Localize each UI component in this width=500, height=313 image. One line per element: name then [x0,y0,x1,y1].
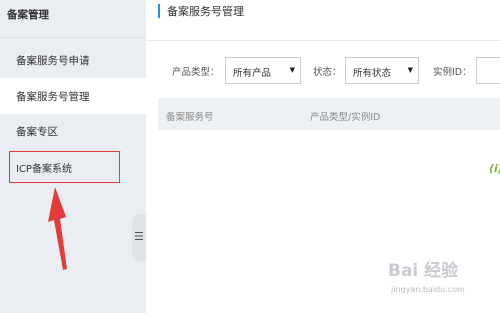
app-root: 备案管理 备案服务号申请 备案服务号管理 备案专区 ICP备案系统 ☰ 备案服务… [0,0,500,313]
page-title-bar: 备案服务号管理 [158,4,244,18]
info-icon: (i) [489,162,500,175]
page-title: 备案服务号管理 [167,5,244,18]
status-label: 状态： [313,67,342,78]
status-select[interactable]: 所有状态 ▼ [345,57,419,84]
watermark-url: jingyan.baidu.com [391,285,465,294]
sidebar-item-label: 备案服务号申请 [16,55,90,67]
column-header-product-instance: 产品类型/实例ID [310,112,381,123]
sidebar-item-label: ICP备案系统 [16,164,72,175]
sidebar-collapse-handle[interactable]: ☰ [132,214,146,262]
sidebar-item-icp-system[interactable]: ICP备案系统 [9,151,120,183]
sidebar-item-label: 备案专区 [16,126,58,138]
status-value: 所有状态 [353,68,392,79]
table-header: 备案服务号 产品类型/实例ID [158,98,500,130]
product-type-select[interactable]: 所有产品 ▼ [225,57,301,84]
sidebar-item-service-apply[interactable]: 备案服务号申请 [0,42,146,78]
header-divider [146,40,500,41]
product-type-value: 所有产品 [233,68,272,79]
sidebar-header: 备案管理 [0,0,146,38]
collapse-handle-icon: ☰ [134,230,144,243]
sidebar-item-label: 备案服务号管理 [16,91,90,103]
watermark: Bai 经验 jingyan.baidu.com [388,256,498,304]
sidebar-item-service-manage[interactable]: 备案服务号管理 [0,78,146,114]
column-header-service-number: 备案服务号 [166,112,214,123]
sidebar: 备案管理 备案服务号申请 备案服务号管理 备案专区 ICP备案系统 [0,0,146,313]
chevron-down-icon: ▼ [407,66,413,74]
instance-id-label: 实例ID： [433,67,472,78]
sidebar-item-filing-zone[interactable]: 备案专区 [0,113,146,149]
watermark-brand: Bai 经验 [388,261,459,281]
sidebar-title: 备案管理 [7,9,49,21]
chevron-down-icon: ▼ [289,66,295,74]
product-type-label: 产品类型： [172,67,220,78]
instance-id-input[interactable] [476,57,500,84]
